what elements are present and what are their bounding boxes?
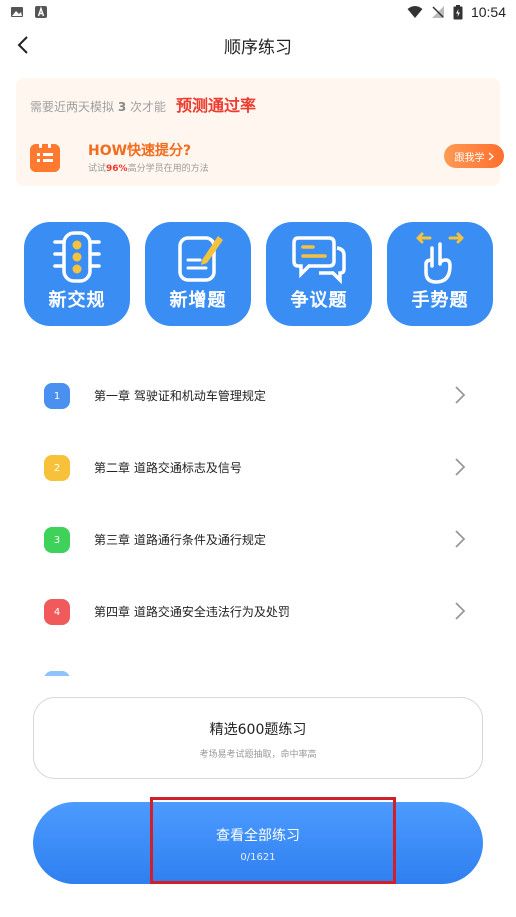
chevron-right-icon xyxy=(455,602,466,620)
chapter-item-5[interactable] xyxy=(0,648,516,676)
selected-subtitle: 考场易考试题抽取，命中率高 xyxy=(199,750,317,760)
chevron-right-icon xyxy=(455,530,466,548)
chapter-item-3[interactable]: 3 第三章 道路通行条件及通行规定 xyxy=(0,504,516,576)
chapter-number-badge xyxy=(44,671,70,676)
chapter-item-1[interactable]: 1 第一章 驾驶证和机动车管理规定 xyxy=(0,360,516,432)
chapter-number-badge: 2 xyxy=(44,455,70,481)
tile-new-questions[interactable]: 新增题 xyxy=(145,222,251,326)
promo-hint: 需要近两天模拟 3 次才能 预测通过率 xyxy=(30,92,256,116)
nav-bar: 顺序练习 xyxy=(0,24,516,66)
edit-note-icon xyxy=(178,236,223,282)
tile-label: 手势题 xyxy=(411,290,469,311)
back-button[interactable] xyxy=(10,32,36,58)
tile-disputed-questions[interactable]: 争议题 xyxy=(266,222,372,326)
promo-hint-pre: 需要近两天模拟 xyxy=(30,100,118,114)
battery-icon xyxy=(453,4,463,19)
chevron-right-icon xyxy=(488,152,494,160)
promo-hint-strong: 预测通过率 xyxy=(176,96,257,115)
chapter-item-4[interactable]: 4 第四章 道路交通安全违法行为及处罚 xyxy=(0,576,516,648)
hand-gesture-icon xyxy=(416,232,464,284)
promo-hint-post: 次才能 xyxy=(126,100,167,114)
promo-card: 需要近两天模拟 3 次才能 预测通过率 HOW快速提分? 试试96%高分学员在用… xyxy=(16,78,504,186)
chapter-list: 1 第一章 驾驶证和机动车管理规定 2 第二章 道路交通标志及信号 3 第三章 … xyxy=(0,360,516,676)
chapter-number-badge: 4 xyxy=(44,599,70,625)
chevron-left-icon xyxy=(17,36,28,54)
no-signal-icon xyxy=(431,6,444,18)
tile-new-rules[interactable]: 新交规 xyxy=(24,222,130,326)
tile-label: 新增题 xyxy=(169,290,227,311)
view-all-practice-button[interactable]: 查看全部练习 0/1621 xyxy=(33,802,483,884)
tile-label: 争议题 xyxy=(290,290,348,311)
chapter-label: 第三章 道路通行条件及通行规定 xyxy=(94,533,266,547)
chevron-right-icon xyxy=(455,458,466,476)
promo-tip-sub-pct: 96% xyxy=(106,164,128,174)
tile-gesture-questions[interactable]: 手势题 xyxy=(387,222,493,326)
status-time: 10:54 xyxy=(470,4,506,20)
status-bar: 10:54 xyxy=(0,0,516,24)
tile-label: 新交规 xyxy=(48,290,106,311)
page-title: 顺序练习 xyxy=(224,37,292,58)
category-tiles: 新交规 新增题 争议题 手势题 xyxy=(0,222,516,326)
calendar-icon xyxy=(30,142,60,172)
selected-title: 精选600题练习 xyxy=(209,722,307,738)
image-icon xyxy=(11,7,23,17)
a-icon xyxy=(35,6,47,18)
selected-600-button[interactable]: 精选600题练习 考场易考试题抽取，命中率高 xyxy=(33,697,483,779)
promo-tip-sub-pre: 试试 xyxy=(88,164,107,174)
chapter-number-badge: 1 xyxy=(44,383,70,409)
all-practice-count: 0/1621 xyxy=(240,852,276,863)
chevron-right-icon xyxy=(455,386,466,404)
promo-tip-sub-post: 高分学员在用的方法 xyxy=(127,164,209,174)
chapter-label: 第一章 驾驶证和机动车管理规定 xyxy=(94,389,266,403)
promo-hint-num: 3 xyxy=(117,100,127,114)
promo-tip-subtitle: 试试96%高分学员在用的方法 xyxy=(88,161,209,174)
chapter-label: 第四章 道路交通安全违法行为及处罚 xyxy=(94,605,290,619)
chapter-label: 第二章 道路交通标志及信号 xyxy=(94,461,242,475)
chat-bubbles-icon xyxy=(292,236,346,284)
follow-me-label: 跟我学 xyxy=(454,152,485,164)
traffic-light-icon xyxy=(53,231,101,283)
all-practice-title: 查看全部练习 xyxy=(216,828,300,844)
follow-me-button[interactable]: 跟我学 xyxy=(444,144,504,168)
promo-tip-title: HOW快速提分? xyxy=(88,143,192,159)
chapter-number-badge: 3 xyxy=(44,527,70,553)
chapter-item-2[interactable]: 2 第二章 道路交通标志及信号 xyxy=(0,432,516,504)
wifi-icon xyxy=(407,6,423,18)
